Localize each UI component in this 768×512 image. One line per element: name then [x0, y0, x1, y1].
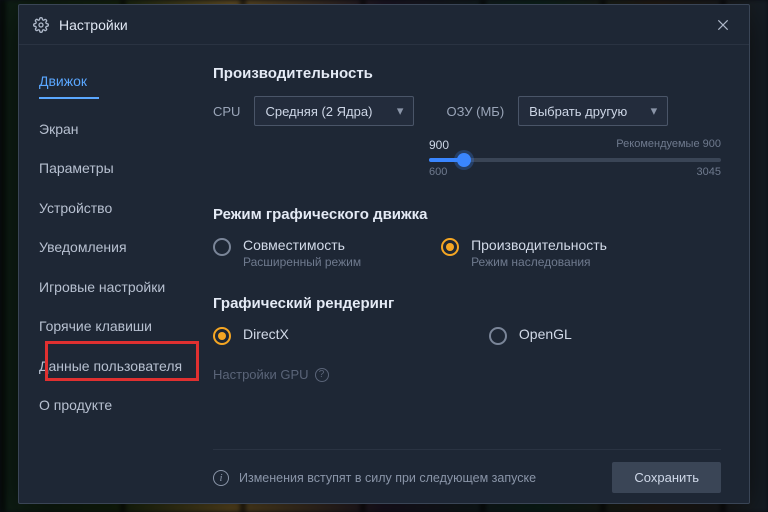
sidebar-item-game-settings[interactable]: Игровые настройки — [19, 269, 205, 309]
opt-sub: Режим наследования — [471, 255, 607, 269]
close-button[interactable] — [711, 13, 735, 37]
sidebar-item-params[interactable]: Параметры — [19, 150, 205, 190]
sidebar: Движок Экран Параметры Устройство Уведом… — [19, 45, 205, 503]
radio-icon — [213, 238, 231, 256]
cpu-label: CPU — [213, 104, 240, 119]
ram-select[interactable]: Выбрать другую ▾ — [518, 96, 668, 126]
radio-icon — [489, 327, 507, 345]
titlebar: Настройки — [19, 5, 749, 45]
radio-icon — [441, 238, 459, 256]
footer: i Изменения вступят в силу при следующем… — [213, 449, 721, 493]
rendering-directx[interactable]: DirectX — [213, 326, 289, 345]
window-title: Настройки — [59, 17, 128, 33]
main-panel: Производительность CPU Средняя (2 Ядра) … — [205, 45, 749, 503]
chevron-down-icon: ▾ — [397, 103, 404, 119]
sidebar-item-user-data[interactable]: Данные пользователя — [19, 348, 205, 388]
rendering-heading: Графический рендеринг — [213, 295, 721, 312]
opt-title: OpenGL — [519, 326, 572, 342]
info-icon: i — [213, 470, 229, 486]
sidebar-item-screen[interactable]: Экран — [19, 111, 205, 151]
slider-track[interactable] — [429, 158, 721, 162]
sidebar-item-device[interactable]: Устройство — [19, 190, 205, 230]
slider-recommended: Рекомендуемые 900 — [616, 138, 721, 152]
slider-max: 3045 — [697, 166, 721, 178]
sidebar-item-about[interactable]: О продукте — [19, 387, 205, 427]
rendering-opengl[interactable]: OpenGL — [489, 326, 572, 345]
opt-title: Совместимость — [243, 237, 361, 253]
cpu-select[interactable]: Средняя (2 Ядра) ▾ — [254, 96, 414, 126]
ram-slider: 900 Рекомендуемые 900 600 3045 — [429, 138, 721, 178]
slider-thumb[interactable] — [457, 153, 471, 167]
perf-heading: Производительность — [213, 65, 721, 82]
footer-message: Изменения вступят в силу при следующем з… — [239, 471, 536, 485]
ram-select-value: Выбрать другую — [529, 104, 627, 119]
help-icon[interactable]: ? — [315, 368, 329, 382]
cpu-select-value: Средняя (2 Ядра) — [265, 104, 372, 119]
radio-icon — [213, 327, 231, 345]
slider-min: 600 — [429, 166, 447, 178]
sidebar-item-notifications[interactable]: Уведомления — [19, 229, 205, 269]
engine-mode-compat[interactable]: Совместимость Расширенный режим — [213, 237, 361, 269]
engine-mode-perf[interactable]: Производительность Режим наследования — [441, 237, 607, 269]
settings-modal: Настройки Движок Экран Параметры Устройс… — [18, 4, 750, 504]
gpu-settings-label: Настройки GPU — [213, 367, 309, 382]
opt-sub: Расширенный режим — [243, 255, 361, 269]
slider-value: 900 — [429, 138, 449, 152]
sidebar-item-hotkeys[interactable]: Горячие клавиши — [19, 308, 205, 348]
engine-mode-heading: Режим графического движка — [213, 206, 721, 223]
opt-title: Производительность — [471, 237, 607, 253]
ram-label: ОЗУ (МБ) — [446, 104, 504, 119]
opt-title: DirectX — [243, 326, 289, 342]
save-button[interactable]: Сохранить — [612, 462, 721, 493]
gear-icon — [33, 17, 49, 33]
sidebar-item-engine[interactable]: Движок — [19, 63, 205, 111]
chevron-down-icon: ▾ — [651, 103, 658, 119]
gpu-settings-row: Настройки GPU ? — [213, 367, 721, 382]
